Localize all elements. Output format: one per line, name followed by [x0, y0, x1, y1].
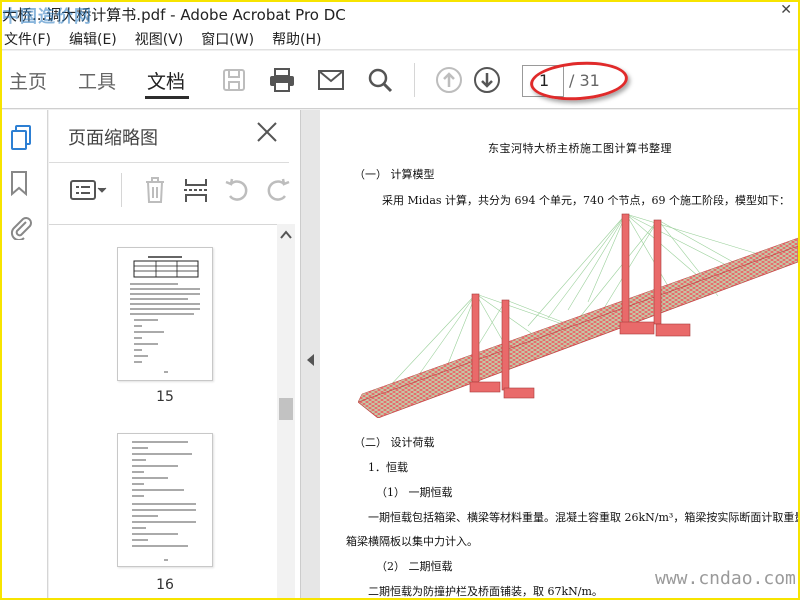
print-icon[interactable] [267, 65, 297, 95]
attachment-icon[interactable] [9, 214, 33, 242]
menu-view[interactable]: 视图(V) [135, 29, 184, 49]
menu-file[interactable]: 文件(F) [4, 29, 51, 49]
document-paragraph: 二期恒载为防撞护栏及桥面铺装，取 67kN/m。 [368, 585, 603, 598]
thumbnail-options-icon[interactable] [69, 175, 109, 205]
menu-window[interactable]: 窗口(W) [201, 29, 254, 49]
page-thumbnail[interactable] [117, 433, 213, 567]
page-thumbnails-icon[interactable] [9, 124, 33, 150]
save-icon[interactable] [219, 65, 249, 95]
extract-icon[interactable] [181, 175, 211, 205]
close-icon[interactable] [255, 120, 281, 146]
main-toolbar: 主页 工具 文档 1 / 31 [0, 51, 800, 109]
document-paragraph: 箱梁横隔板以集中力计入。 [346, 535, 478, 548]
thumbnail-label: 15 [156, 389, 174, 405]
panel-toolbar [49, 162, 290, 222]
scroll-up-icon[interactable] [280, 230, 292, 240]
document-title: 东宝河特大桥主桥施工图计算书整理 [488, 142, 672, 155]
menu-bar: 文件(F) 编辑(E) 视图(V) 窗口(W) 帮助(H) [0, 28, 800, 50]
next-page-icon[interactable] [472, 65, 502, 95]
page-thumbnails-panel: 页面缩略图 15 16 [49, 110, 301, 598]
site-watermark: 中国造价网 [2, 7, 92, 27]
bookmark-icon[interactable] [9, 170, 33, 197]
navigation-rail [0, 110, 48, 598]
document-subheading: （1） 一期恒载 [376, 486, 453, 499]
tab-home[interactable]: 主页 [9, 67, 47, 94]
document-heading: （二） 设计荷载 [354, 436, 435, 449]
menu-edit[interactable]: 编辑(E) [69, 29, 117, 49]
bridge-model-figure [358, 213, 798, 418]
delete-icon[interactable] [140, 175, 170, 205]
rotate-left-icon[interactable] [222, 175, 252, 205]
tab-tools[interactable]: 工具 [78, 67, 116, 94]
panel-collapse-handle[interactable] [301, 110, 320, 598]
mail-icon[interactable] [316, 65, 346, 95]
thumbnail-list: 15 16 [49, 224, 277, 598]
document-page: 东宝河特大桥主桥施工图计算书整理 （一） 计算模型 采用 Midas 计算，共分… [320, 110, 798, 598]
panel-title: 页面缩略图 [68, 128, 158, 149]
prev-page-icon[interactable] [434, 65, 464, 95]
document-subheading: 1．恒载 [368, 461, 408, 474]
toolbar-divider [414, 63, 415, 97]
page-thumbnail[interactable] [117, 247, 213, 381]
document-heading: （一） 计算模型 [354, 168, 435, 181]
menu-help[interactable]: 帮助(H) [272, 29, 321, 49]
site-url-watermark: www.cndao.com [655, 568, 796, 589]
active-tab-indicator [145, 96, 189, 99]
panel-toolbar-divider [121, 173, 122, 207]
document-paragraph: 一期恒载包括箱梁、横梁等材料重量。混凝土容重取 26kN/m³，箱梁按实际断面计… [368, 511, 798, 524]
thumbnail-label: 16 [156, 577, 174, 593]
scroll-thumb[interactable] [279, 398, 293, 420]
window-close-icon[interactable]: ✕ [780, 2, 792, 18]
title-bar: 大桥...调大桥计算书.pdf - Adobe Acrobat Pro DC ✕ [0, 0, 800, 28]
thumbnail-scrollbar[interactable] [277, 224, 295, 598]
collapse-arrow-icon[interactable] [307, 354, 314, 366]
tab-document[interactable]: 文档 [147, 67, 185, 94]
rotate-right-icon[interactable] [263, 175, 293, 205]
document-viewer[interactable]: 东宝河特大桥主桥施工图计算书整理 （一） 计算模型 采用 Midas 计算，共分… [320, 110, 798, 598]
search-icon[interactable] [365, 65, 395, 95]
document-subheading: （2） 二期恒载 [376, 560, 453, 573]
